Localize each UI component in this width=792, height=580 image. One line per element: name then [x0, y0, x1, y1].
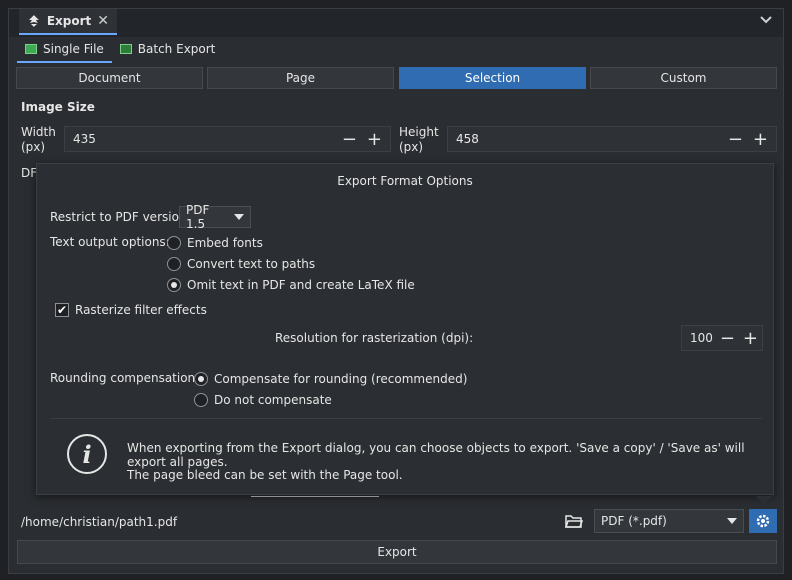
popover-title: Export Format Options — [337, 174, 473, 188]
image-size-heading: Image Size — [21, 100, 95, 114]
export-dialog: Export ✕ Single File Batch Export Docume… — [8, 8, 784, 574]
popover-pointer — [756, 496, 772, 504]
radio-selected-icon — [194, 372, 208, 386]
tab-single-file[interactable]: Single File — [17, 37, 112, 63]
tab-batch-export[interactable]: Batch Export — [112, 37, 224, 61]
dock-tab-bar — [9, 9, 783, 37]
height-input[interactable]: 458 − + — [447, 126, 777, 152]
radio-omit-text-latex[interactable]: Omit text in PDF and create LaTeX file — [167, 278, 415, 292]
inkscape-logo-icon — [28, 15, 39, 27]
width-value: 435 — [73, 132, 96, 146]
height-label-text: Height — [399, 125, 439, 139]
minus-icon[interactable]: − — [728, 129, 743, 150]
export-button[interactable]: Export — [17, 540, 777, 564]
close-icon[interactable]: ✕ — [97, 13, 109, 29]
height-value: 458 — [456, 132, 479, 146]
text-output-label: Text output options: — [50, 235, 170, 249]
info-line-1: When exporting from the Export dialog, y… — [127, 441, 745, 469]
file-format-select[interactable]: PDF (*.pdf) — [594, 509, 744, 533]
separator-line — [251, 496, 379, 497]
single-file-icon — [25, 44, 37, 54]
rasterize-checkbox[interactable]: ✔ Rasterize filter effects — [55, 303, 207, 317]
radio-omit-text-label: Omit text in PDF and create LaTeX file — [187, 278, 415, 292]
radio-do-not-compensate-label: Do not compensate — [214, 393, 332, 407]
plus-icon[interactable]: + — [743, 328, 758, 349]
batch-export-icon — [119, 44, 132, 54]
pdf-version-select[interactable]: PDF 1.5 — [179, 203, 251, 231]
radio-icon — [167, 236, 181, 250]
width-label: Width (px) — [21, 125, 56, 155]
radio-convert-text-label: Convert text to paths — [187, 257, 316, 271]
area-document-button[interactable]: Document — [16, 67, 203, 89]
export-filename-value: /home/christian/path1.pdf — [21, 515, 178, 529]
divider — [50, 418, 762, 419]
plus-icon[interactable]: + — [367, 129, 382, 150]
dock-tab-title: Export — [46, 14, 92, 28]
tab-batch-export-label: Batch Export — [137, 42, 216, 56]
dpi-label-partial: DF — [21, 166, 38, 180]
export-format-options-popover: Export Format Options Restrict to PDF ve… — [36, 163, 774, 495]
info-line-2: The page bleed can be set with the Page … — [127, 468, 403, 482]
export-filename-input[interactable]: /home/christian/path1.pdf — [17, 510, 587, 534]
pdf-version-label: Restrict to PDF version: — [50, 210, 191, 224]
dropdown-arrow-icon — [234, 214, 244, 220]
plus-icon[interactable]: + — [753, 129, 768, 150]
area-custom-button[interactable]: Custom — [590, 67, 777, 89]
minus-icon[interactable]: − — [720, 328, 735, 349]
height-unit-text: (px) — [399, 140, 424, 154]
tab-single-file-label: Single File — [43, 42, 104, 56]
pdf-version-value: PDF 1.5 — [186, 203, 210, 231]
area-selection-button[interactable]: Selection — [399, 67, 586, 89]
radio-icon — [167, 257, 181, 271]
radio-convert-text[interactable]: Convert text to paths — [167, 257, 315, 271]
chevron-down-icon[interactable] — [759, 13, 773, 30]
width-label-text: Width — [21, 125, 56, 139]
height-label: Height (px) — [399, 125, 439, 155]
dock-tab-export[interactable]: Export ✕ — [19, 9, 117, 35]
resolution-label: Resolution for rasterization (dpi): — [275, 331, 474, 345]
resolution-input[interactable]: 100 − + — [681, 325, 763, 351]
checkmark-icon: ✔ — [55, 303, 69, 317]
minus-icon[interactable]: − — [342, 129, 357, 150]
info-icon: i — [67, 434, 107, 474]
gear-icon[interactable] — [749, 509, 777, 533]
radio-embed-fonts-label: Embed fonts — [187, 236, 263, 250]
radio-selected-icon — [167, 278, 181, 292]
width-input[interactable]: 435 − + — [64, 126, 391, 152]
export-mode-tabs: Single File Batch Export — [17, 37, 223, 63]
rasterize-label: Rasterize filter effects — [75, 303, 207, 317]
radio-embed-fonts[interactable]: Embed fonts — [167, 236, 263, 250]
radio-icon — [194, 393, 208, 407]
radio-compensate-label: Compensate for rounding (recommended) — [214, 372, 468, 386]
width-unit-text: (px) — [21, 140, 46, 154]
file-format-value: PDF (*.pdf) — [601, 514, 667, 528]
folder-open-icon[interactable] — [564, 513, 584, 529]
rounding-label: Rounding compensation: — [50, 371, 200, 385]
dropdown-arrow-icon — [727, 518, 737, 524]
radio-compensate-rounding[interactable]: Compensate for rounding (recommended) — [194, 372, 467, 386]
area-page-button[interactable]: Page — [207, 67, 394, 89]
resolution-value: 100 — [690, 331, 713, 345]
radio-do-not-compensate[interactable]: Do not compensate — [194, 393, 332, 407]
